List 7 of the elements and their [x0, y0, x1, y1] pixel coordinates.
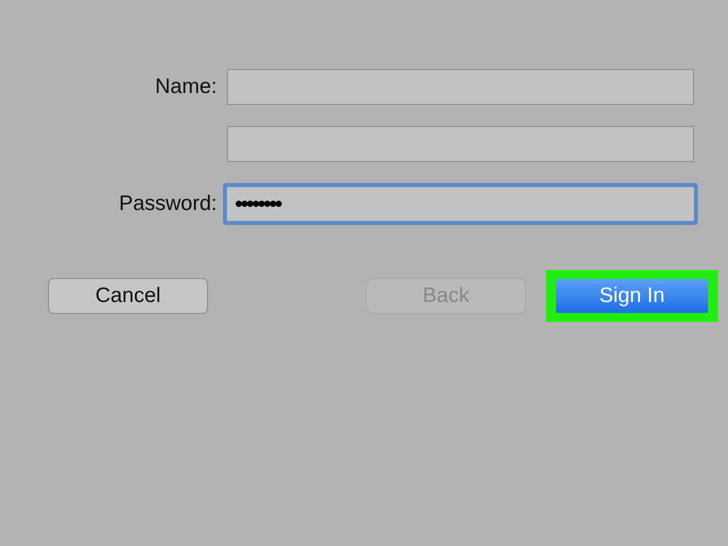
field-label: Password:	[118, 192, 217, 216]
field-label: Name:	[154, 75, 217, 99]
input-field[interactable]	[227, 69, 694, 105]
input-field[interactable]	[227, 126, 694, 162]
dialog-button[interactable]: Cancel	[48, 278, 208, 314]
input-field[interactable]: ••••••••	[223, 183, 698, 225]
dialog-button[interactable]: Sign In	[556, 279, 708, 313]
